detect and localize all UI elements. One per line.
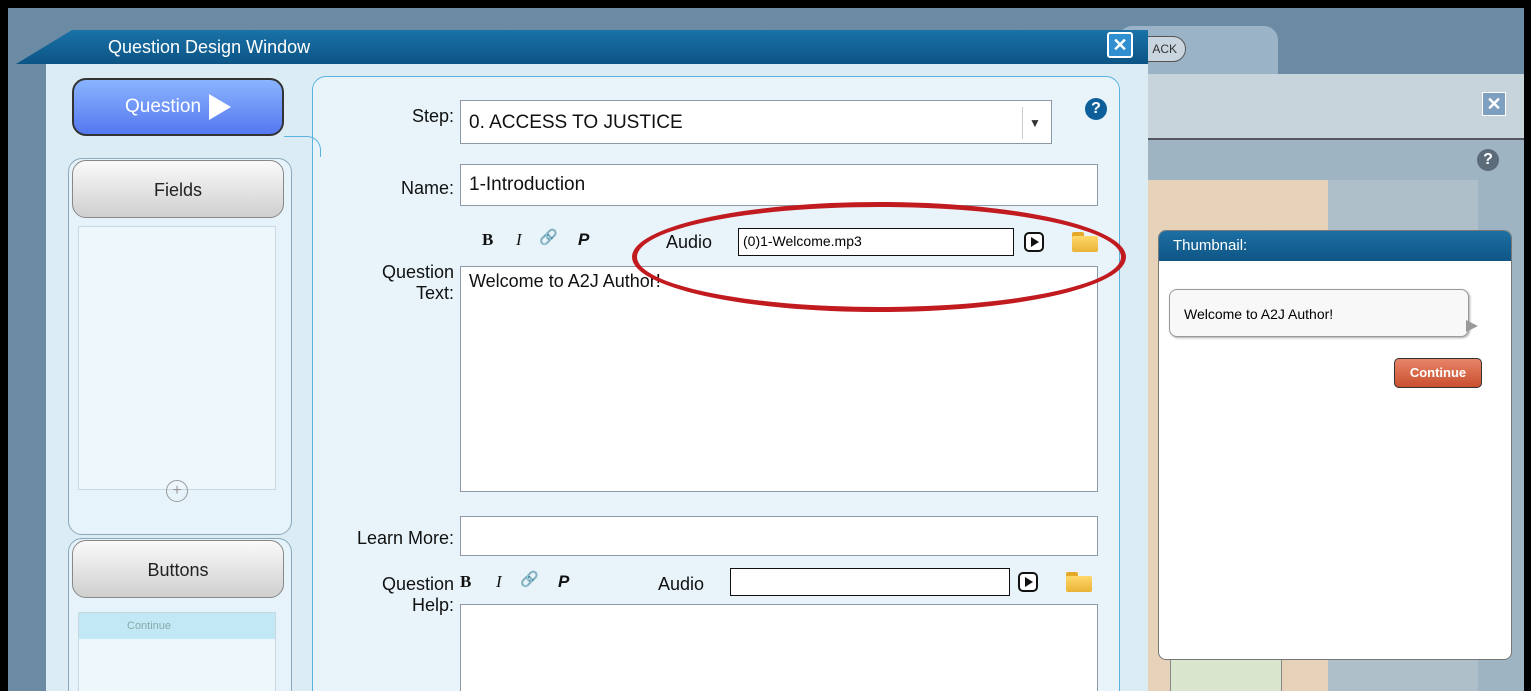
question-text-label: Question Text: <box>381 262 454 303</box>
help-play-icon[interactable] <box>1018 572 1038 592</box>
background-help-icon[interactable]: ? <box>1477 149 1499 171</box>
learn-more-label: Learn More: <box>356 528 454 548</box>
help-italic-icon[interactable]: I <box>496 572 502 592</box>
help-audio-field[interactable] <box>730 568 1010 596</box>
step-select[interactable]: 0. ACCESS TO JUSTICE ▼ <box>460 100 1052 144</box>
name-label: Name: <box>400 178 454 198</box>
question-help-label: Question Help: <box>381 574 454 615</box>
screen: ACK ✕ ? Thumbnail: Welcome to A2J Author… <box>8 8 1524 691</box>
help-paragraph-icon[interactable]: P <box>558 572 569 592</box>
help-icon[interactable]: ? <box>1085 98 1107 120</box>
link-icon[interactable]: 🔗 <box>539 228 558 247</box>
window-title: Question Design Window <box>108 37 311 57</box>
fields-list <box>78 226 276 490</box>
play-arrow-icon <box>209 94 232 120</box>
step-label: Step: <box>411 106 454 126</box>
name-field[interactable]: 1-Introduction <box>460 164 1098 206</box>
thumbnail-speech-bubble: Welcome to A2J Author! <box>1169 289 1478 337</box>
background-close-icon[interactable]: ✕ <box>1482 92 1506 116</box>
add-field-icon[interactable]: + <box>166 480 188 502</box>
italic-icon[interactable]: I <box>516 230 522 250</box>
thumbnail-title: Thumbnail: <box>1159 231 1511 261</box>
bold-icon[interactable]: B <box>482 230 493 250</box>
help-audio-label: Audio <box>658 574 705 594</box>
buttons-list: Continue <box>78 612 276 691</box>
step-value: 0. ACCESS TO JUSTICE <box>469 112 683 133</box>
chevron-down-icon[interactable]: ▼ <box>1022 107 1047 139</box>
paragraph-icon[interactable]: P <box>578 230 589 250</box>
fields-button[interactable]: Fields <box>72 160 284 218</box>
tab-question-label: Question <box>124 96 202 117</box>
question-tab-connector <box>284 136 321 157</box>
help-link-icon[interactable]: 🔗 <box>520 570 539 589</box>
help-bold-icon[interactable]: B <box>460 572 471 592</box>
learn-more-field[interactable] <box>460 516 1098 556</box>
question-help-area[interactable] <box>460 604 1098 691</box>
tab-question[interactable]: Question <box>72 78 284 136</box>
close-icon[interactable]: ✕ <box>1107 32 1133 58</box>
window-titlebar[interactable]: Question Design Window <box>16 30 1148 64</box>
question-design-window: Question Design Window ✕ ? Question Fiel… <box>16 18 1148 691</box>
thumbnail-continue-button[interactable]: Continue <box>1394 358 1482 388</box>
thumbnail-panel: Thumbnail: Welcome to A2J Author! Contin… <box>1158 230 1512 660</box>
buttons-button[interactable]: Buttons <box>72 540 284 598</box>
help-folder-icon[interactable] <box>1066 572 1092 592</box>
list-item[interactable]: Continue <box>79 613 275 639</box>
highlight-ellipse <box>632 202 1126 312</box>
